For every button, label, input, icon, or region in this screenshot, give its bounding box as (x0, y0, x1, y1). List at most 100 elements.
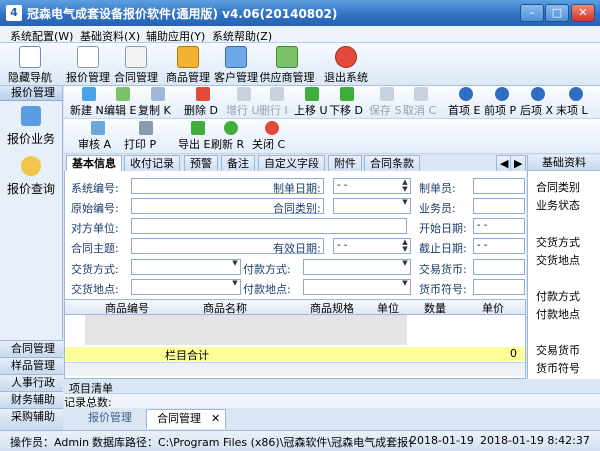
tab-remarks[interactable]: 备注 (221, 155, 255, 171)
create-date-field[interactable]: - - ▲ ▼ (333, 178, 411, 194)
first-label: 首项 E (448, 104, 481, 117)
nav-item-quote-query[interactable]: 报价查询 (0, 154, 62, 198)
system-no-label: 系统编号: (71, 182, 119, 195)
del-row-icon (270, 87, 284, 101)
quote-manage-button[interactable]: 报价管理 (64, 43, 112, 85)
nav-item-label: 报价查询 (6, 182, 55, 196)
horizontal-scrollbar[interactable] (65, 362, 525, 376)
close-tab-icon[interactable]: ✕ (211, 410, 220, 427)
tab-attachments[interactable]: 附件 (328, 155, 362, 171)
pay-place-select[interactable]: ▼ (303, 279, 411, 295)
col-qty[interactable]: 数量 (415, 300, 455, 315)
menu-system-config[interactable]: 系统配置(W) (10, 28, 73, 44)
delivery-method-select[interactable]: ▼ (131, 259, 241, 275)
delivery-place-select[interactable]: ▼ (131, 279, 241, 295)
tab-custom-fields[interactable]: 自定义字段 (258, 155, 325, 171)
col-goods-spec[interactable]: 商品规格 (287, 300, 377, 315)
rp-delivery-place[interactable]: 交货地点 (536, 252, 580, 268)
date-value: - - (337, 180, 348, 191)
nav-contract-manage[interactable]: 合同管理 (0, 340, 63, 357)
copy-icon (151, 87, 165, 101)
menu-basic-data[interactable]: 基础资料(X) (80, 28, 140, 44)
contract-type-select[interactable]: ▼ (333, 198, 411, 214)
exit-icon (335, 46, 357, 68)
new-icon (82, 87, 96, 101)
pay-method-select[interactable]: ▼ (303, 259, 411, 275)
rp-pay-place[interactable]: 付款地点 (536, 306, 580, 322)
end-date-label: 截止日期: (419, 242, 467, 255)
end-date-field[interactable]: - - (473, 238, 525, 254)
window-title: 冠森电气成套设备报价软件(通用版) v4.06(20140802) (27, 7, 338, 21)
rp-pay-method[interactable]: 付款方式 (536, 288, 580, 304)
start-date-label: 开始日期: (419, 222, 467, 235)
doc-tab-contract[interactable]: 合同管理 ✕ (146, 409, 226, 429)
tab-scroll-right[interactable]: ▶ (510, 155, 527, 171)
maximize-button[interactable]: □ (545, 4, 569, 22)
app-icon: 4 (6, 5, 22, 21)
basic-info-form: 系统编号: 原始编号: 对方单位: 合同主题: 交货方式: ▼ 交货地点: ▼ … (64, 171, 526, 299)
col-goods-name[interactable]: 商品名称 (185, 300, 265, 315)
goods-manage-button[interactable]: 商品管理 (164, 43, 212, 85)
currency-symbol-field[interactable] (473, 279, 525, 295)
save-icon (380, 87, 394, 101)
del-row-label: 删行 I (259, 104, 288, 117)
chevron-down-icon: ▼ (402, 279, 408, 287)
counterpart-field[interactable] (131, 218, 407, 234)
spin-icon: ▲ ▼ (402, 178, 408, 193)
goods-manage-label: 商品管理 (166, 71, 210, 84)
col-price[interactable]: 单价 (463, 300, 523, 315)
contract-manage-button[interactable]: 合同管理 (112, 43, 160, 85)
salesman-field[interactable] (473, 198, 525, 214)
grid-empty-row[interactable] (85, 315, 407, 345)
doc-tab-quote[interactable]: 报价管理 (80, 410, 140, 428)
basic-data-header: 基础资料 (528, 155, 600, 171)
date-value: - - (477, 240, 488, 251)
nav-header-quote[interactable]: 报价管理 (0, 86, 62, 101)
rp-delivery-method[interactable]: 交货方式 (536, 234, 580, 250)
spin-icon: ▲ ▼ (402, 238, 408, 253)
col-goods-no[interactable]: 商品编号 (87, 300, 167, 315)
valid-date-label: 有效日期: (273, 242, 321, 255)
rp-currency-symbol[interactable]: 货币符号 (536, 360, 580, 376)
col-unit[interactable]: 单位 (371, 300, 405, 315)
date-value: - - (477, 220, 488, 231)
nav-hr-admin[interactable]: 人事行政 (0, 374, 63, 391)
menu-aux-apps[interactable]: 辅助应用(Y) (146, 28, 205, 44)
nav-purchase-aux[interactable]: 采购辅助 (0, 408, 63, 430)
total-value: 0 (510, 347, 517, 360)
supplier-manage-button[interactable]: 供应商管理 (258, 43, 316, 85)
exit-system-label: 退出系统 (324, 71, 368, 84)
rp-contract-type[interactable]: 合同类别 (536, 179, 580, 195)
arrow-up-icon (305, 87, 319, 101)
basic-data-panel: 基础资料 合同类别 业务状态 交货方式 交货地点 付款方式 付款地点 交易货币 … (527, 155, 600, 393)
rp-business-status[interactable]: 业务状态 (536, 197, 580, 213)
close-window-button[interactable]: ✕ (571, 4, 595, 22)
copy-label: 复制 K (138, 104, 171, 117)
document-icon (77, 46, 99, 68)
tab-basic-info[interactable]: 基本信息 (66, 155, 122, 171)
last-icon (569, 87, 583, 101)
customer-manage-button[interactable]: 客户管理 (212, 43, 260, 85)
nav-item-quote-business[interactable]: 报价业务 (0, 104, 62, 148)
hide-nav-button[interactable]: 隐藏导航 (4, 43, 56, 85)
minimize-button[interactable]: – (520, 4, 544, 22)
nav-item-label: 报价业务 (6, 132, 55, 146)
start-date-field[interactable]: - - (473, 218, 525, 234)
subject-label: 合同主题: (71, 242, 119, 255)
audit-icon (91, 121, 105, 135)
currency-select[interactable] (473, 259, 525, 275)
title-bar: 4 冠森电气成套设备报价软件(通用版) v4.06(20140802) – □ … (0, 0, 600, 26)
printer-icon (139, 121, 153, 135)
tab-contract-terms[interactable]: 合同条款 (364, 155, 420, 171)
maker-field[interactable] (473, 178, 525, 194)
menu-help[interactable]: 系统帮助(Z) (212, 28, 272, 44)
valid-date-field[interactable]: - - ▲ ▼ (333, 238, 411, 254)
tab-payment-records[interactable]: 收付记录 (124, 155, 180, 171)
save-label: 保存 S (369, 104, 402, 117)
tab-warning[interactable]: 预警 (184, 155, 218, 171)
nav-sample-manage[interactable]: 样品管理 (0, 357, 63, 374)
print-label: 打印 P (124, 138, 157, 151)
nav-finance-aux[interactable]: 财务辅助 (0, 391, 63, 408)
rp-currency[interactable]: 交易货币 (536, 342, 580, 358)
exit-system-button[interactable]: 退出系统 (322, 43, 370, 85)
